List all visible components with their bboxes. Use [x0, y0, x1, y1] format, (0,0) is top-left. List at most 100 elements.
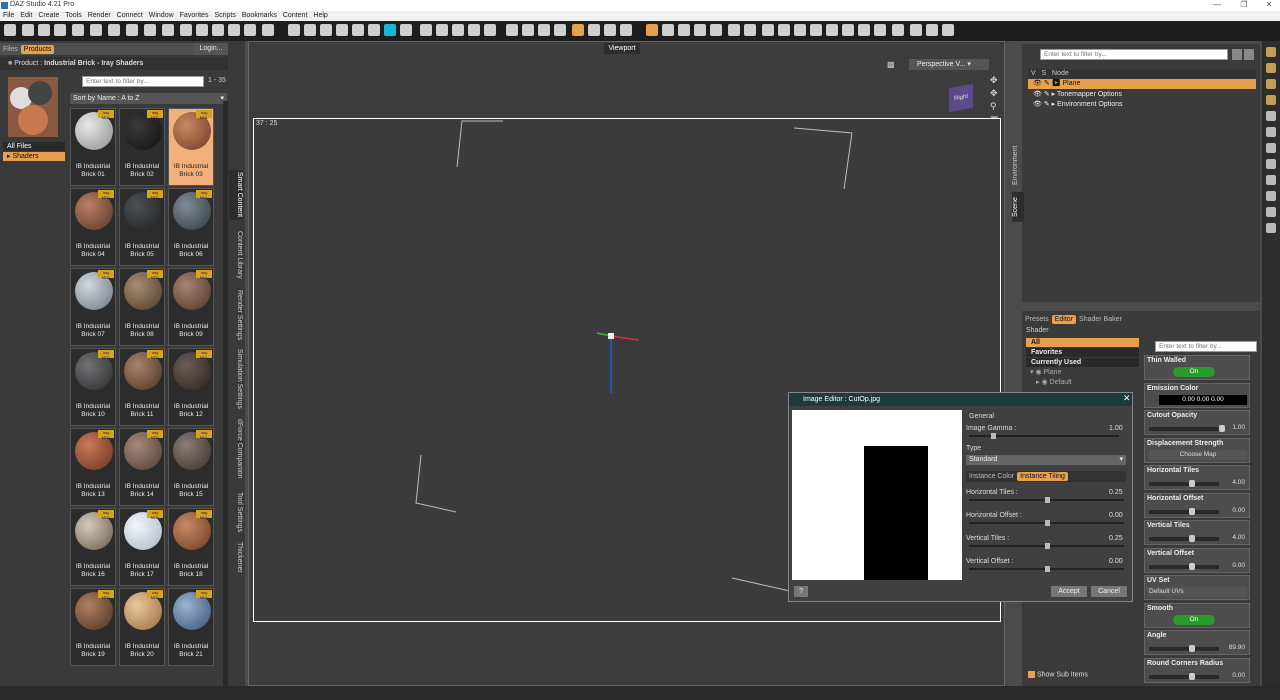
- property-slider[interactable]: [1149, 647, 1219, 651]
- menu-content[interactable]: Content: [283, 11, 308, 21]
- slider-knob[interactable]: [1189, 563, 1195, 570]
- render-icon[interactable]: ▩: [887, 60, 895, 69]
- product-tile[interactable]: Iray MDL IB Industrial Brick 15: [168, 428, 214, 506]
- toolbar-icon[interactable]: [484, 24, 496, 36]
- tool-icon[interactable]: [1266, 223, 1276, 233]
- slider-knob[interactable]: [1189, 535, 1195, 542]
- toolbar-icon[interactable]: [54, 24, 66, 36]
- show-sub-items[interactable]: Show Sub Items: [1028, 671, 1088, 678]
- menu-create[interactable]: Create: [38, 11, 59, 21]
- product-tile[interactable]: Iray MDL IB Industrial Brick 18: [168, 508, 214, 586]
- slider-knob[interactable]: [1189, 645, 1195, 652]
- group-all[interactable]: All: [1026, 338, 1139, 347]
- product-tile[interactable]: Iray MDL IB Industrial Brick 16: [70, 508, 116, 586]
- property-slider[interactable]: [1149, 482, 1219, 486]
- sort-select[interactable]: Sort by Name : A to Z ▾: [70, 93, 227, 104]
- toolbar-icon[interactable]: [794, 24, 806, 36]
- menu-edit[interactable]: Edit: [20, 11, 32, 21]
- tab-files[interactable]: Files: [0, 45, 21, 54]
- accept-button[interactable]: Accept: [1051, 586, 1087, 597]
- tab-scene[interactable]: Scene: [1012, 192, 1024, 222]
- product-tile[interactable]: Iray MDL IB Industrial Brick 08: [119, 268, 165, 346]
- tab-editor[interactable]: Editor: [1051, 315, 1077, 324]
- group-favorites[interactable]: Favorites: [1026, 348, 1139, 357]
- toolbar-icon[interactable]: [926, 24, 938, 36]
- menu-render[interactable]: Render: [88, 11, 111, 21]
- toolbar-icon[interactable]: [38, 24, 50, 36]
- property-horizontal-tiles[interactable]: Horizontal Tiles 4.00: [1144, 465, 1250, 490]
- tab-products[interactable]: Products: [20, 44, 55, 54]
- type-select[interactable]: Standard ▾: [966, 455, 1126, 465]
- scene-filter-input[interactable]: [1040, 49, 1228, 60]
- help-button[interactable]: ?: [794, 586, 808, 597]
- product-tile[interactable]: Iray MDL IB Industrial Brick 02: [119, 108, 165, 186]
- scrollbar[interactable]: [223, 101, 228, 686]
- toolbar-icon[interactable]: [4, 24, 16, 36]
- uv-select[interactable]: Default UVs: [1147, 587, 1247, 597]
- tiling-knob[interactable]: [1045, 566, 1050, 572]
- cancel-button[interactable]: Cancel: [1091, 586, 1127, 597]
- toolbar-icon[interactable]: [384, 24, 396, 36]
- property-smooth[interactable]: Smooth On: [1144, 603, 1250, 628]
- tab-presets[interactable]: Presets: [1022, 315, 1052, 324]
- property-horizontal-offset[interactable]: Horizontal Offset 0.00: [1144, 493, 1250, 518]
- toolbar-icon[interactable]: [126, 24, 138, 36]
- product-tile[interactable]: Iray MDL IB Industrial Brick 03: [168, 108, 214, 186]
- toolbar-icon[interactable]: [910, 24, 922, 36]
- toolbar-icon[interactable]: [604, 24, 616, 36]
- side-tab-content-library[interactable]: Content Library: [229, 228, 243, 282]
- tiling-knob[interactable]: [1045, 543, 1050, 549]
- property-round-corners-radius[interactable]: Round Corners Radius 0.00: [1144, 658, 1250, 683]
- property-angle[interactable]: Angle 89.90: [1144, 630, 1250, 655]
- toolbar-icon[interactable]: [108, 24, 120, 36]
- toolbar-icon[interactable]: [72, 24, 84, 36]
- toolbar-icon[interactable]: [304, 24, 316, 36]
- node-tonemapper[interactable]: 👁 ✎ ▸ Tonemapper Options: [1028, 90, 1122, 98]
- property-vertical-tiles[interactable]: Vertical Tiles 4.00: [1144, 520, 1250, 545]
- toolbar-icon[interactable]: [506, 24, 518, 36]
- close-icon[interactable]: ✕: [1260, 0, 1278, 9]
- property-slider[interactable]: [1149, 537, 1219, 541]
- toolbar-icon[interactable]: [662, 24, 674, 36]
- slider-knob[interactable]: [1189, 480, 1195, 487]
- toolbar-icon[interactable]: [144, 24, 156, 36]
- tool-icon[interactable]: [1266, 207, 1276, 217]
- node-environment[interactable]: 👁 ✎ ▸ Environment Options: [1028, 100, 1122, 108]
- product-tile[interactable]: Iray MDL IB Industrial Brick 04: [70, 188, 116, 266]
- property-slider[interactable]: [1149, 675, 1219, 679]
- toolbar-icon[interactable]: [452, 24, 464, 36]
- restore-icon[interactable]: ❐: [1235, 0, 1253, 9]
- toolbar-icon[interactable]: [180, 24, 192, 36]
- menu-help[interactable]: Help: [313, 11, 327, 21]
- content-filter-input[interactable]: [82, 76, 204, 87]
- side-tab-tool-settings[interactable]: Tool Settings: [229, 489, 243, 535]
- toolbar-icon[interactable]: [762, 24, 774, 36]
- tool-icon[interactable]: [1266, 111, 1276, 121]
- toolbar-icon[interactable]: [842, 24, 854, 36]
- viewport-tab[interactable]: Viewport: [604, 43, 640, 54]
- tree-default[interactable]: ▸ ◉ Default: [1036, 378, 1072, 386]
- product-tile[interactable]: Iray MDL IB Industrial Brick 10: [70, 348, 116, 426]
- menu-window[interactable]: Window: [149, 11, 174, 21]
- tool-icon[interactable]: [1266, 159, 1276, 169]
- toolbar-icon[interactable]: [90, 24, 102, 36]
- slider-knob[interactable]: [1219, 425, 1225, 432]
- toolbar-icon[interactable]: [620, 24, 632, 36]
- tiling-knob[interactable]: [1045, 497, 1050, 503]
- toolbar-icon[interactable]: [436, 24, 448, 36]
- toolbar-icon[interactable]: [710, 24, 722, 36]
- color-value[interactable]: 0.00 0.00 0.00: [1159, 395, 1247, 405]
- tab-shader-baker[interactable]: Shader Baker: [1076, 315, 1125, 324]
- product-tile[interactable]: Iray MDL IB Industrial Brick 12: [168, 348, 214, 426]
- side-tab-smart-content[interactable]: Smart Content: [229, 170, 243, 220]
- menu-favorites[interactable]: Favorites: [180, 11, 209, 21]
- property-vertical-offset[interactable]: Vertical Offset 0.00: [1144, 548, 1250, 573]
- toolbar-icon[interactable]: [320, 24, 332, 36]
- menu-bookmarks[interactable]: Bookmarks: [242, 11, 277, 21]
- toolbar-icon[interactable]: [420, 24, 432, 36]
- toolbar-icon[interactable]: [826, 24, 838, 36]
- slider-knob[interactable]: [1189, 508, 1195, 515]
- toolbar-icon[interactable]: [368, 24, 380, 36]
- toolbar-icon[interactable]: [212, 24, 224, 36]
- tab-environment[interactable]: Environment: [1012, 140, 1024, 190]
